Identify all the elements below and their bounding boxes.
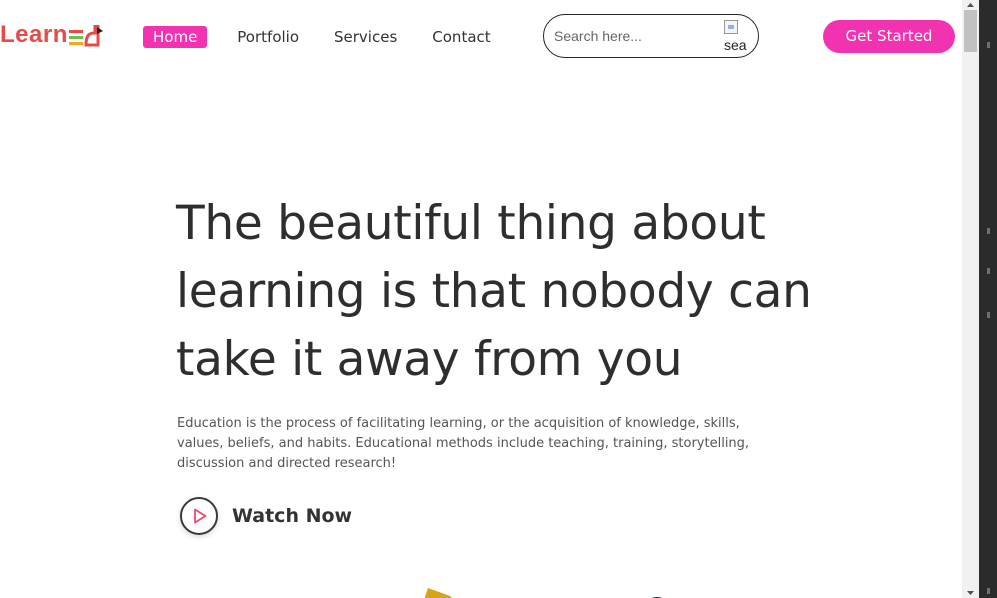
logo-mark-icon	[68, 25, 103, 47]
side-panel	[979, 0, 997, 598]
get-started-button[interactable]: Get Started	[823, 20, 955, 53]
vertical-scrollbar[interactable]	[962, 0, 979, 598]
watch-now-label: Watch Now	[232, 505, 353, 527]
side-panel-marker	[987, 588, 990, 594]
broken-image-icon	[724, 20, 738, 34]
logo[interactable]: Learn	[0, 18, 103, 52]
scroll-down-arrow-icon[interactable]	[962, 588, 979, 598]
nav-item-home[interactable]: Home	[143, 26, 208, 48]
search-input[interactable]	[554, 26, 714, 46]
decorative-shape-navy	[651, 597, 663, 598]
side-panel-marker	[987, 228, 990, 234]
side-panel-marker	[987, 268, 990, 274]
play-button[interactable]	[180, 497, 218, 535]
page: Learn Home Portfolio Services Contact se…	[0, 0, 962, 598]
main-nav: Home Portfolio Services Contact	[143, 25, 526, 49]
search-box: sea	[543, 14, 759, 58]
nav-item-services[interactable]: Services	[334, 28, 397, 46]
search-icon-alt-text: sea	[724, 37, 747, 53]
search-icon[interactable]: sea	[724, 18, 754, 56]
play-icon	[194, 508, 207, 524]
hero-title: The beautiful thing about learning is th…	[176, 196, 812, 387]
logo-text: Learn	[0, 21, 68, 48]
nav-item-contact[interactable]: Contact	[432, 28, 490, 46]
scroll-up-arrow-icon[interactable]	[962, 0, 979, 10]
scrollbar-thumb[interactable]	[964, 10, 977, 52]
watch-now-button[interactable]: Watch Now	[180, 496, 352, 536]
nav-item-portfolio[interactable]: Portfolio	[237, 28, 299, 46]
hero-description: Education is the process of facilitating…	[177, 416, 750, 471]
side-panel-marker	[987, 312, 990, 318]
side-panel-marker	[987, 42, 990, 48]
decorative-shape-yellow	[424, 588, 452, 598]
